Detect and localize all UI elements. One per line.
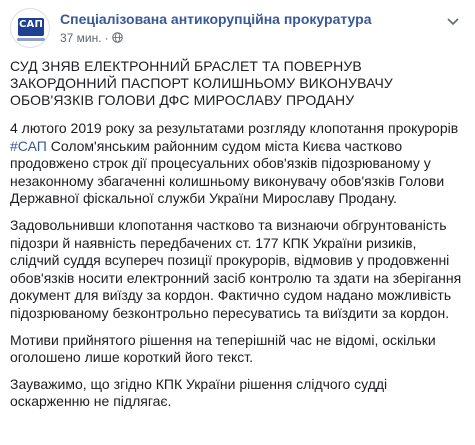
paragraph-1-rest: Солом'янським районним судом міста Києва…	[10, 137, 445, 207]
post-timestamp[interactable]: 37 мин.	[60, 31, 102, 45]
post-paragraph-2: Задовольнивши клопотання частково та виз…	[10, 216, 462, 321]
post-body: СУД ЗНЯВ ЕЛЕКТРОННИЙ БРАСЛЕТ ТА ПОВЕРНУВ…	[10, 58, 465, 420]
post-meta: 37 мин. ·	[60, 31, 123, 45]
sap-logo: САП	[18, 18, 44, 36]
post-paragraph-1: 4 лютого 2019 року за результатами розгл…	[10, 120, 465, 208]
globe-icon[interactable]	[111, 32, 123, 43]
post-paragraph-3: Мотиви прийнятого рішення на теперішній …	[10, 331, 436, 366]
post-header: САП Спеціалізована антикорупційна прокур…	[10, 8, 465, 50]
post-title: СУД ЗНЯВ ЕЛЕКТРОННИЙ БРАСЛЕТ ТА ПОВЕРНУВ…	[10, 58, 393, 108]
page-avatar[interactable]: САП	[10, 8, 50, 48]
logo-text: САП	[18, 19, 44, 30]
paragraph-1-start: 4 лютого 2019 року за результатами розгл…	[10, 120, 459, 136]
hashtag-link[interactable]: #САП	[10, 138, 47, 154]
chevron-down-icon[interactable]	[443, 14, 463, 30]
meta-separator: ·	[104, 31, 109, 45]
page-name-link[interactable]: Спеціалізована антикорупційна прокуратур…	[60, 11, 372, 27]
post-paragraph-4: Зауважимо, що згідно КПК України рішення…	[10, 375, 388, 410]
logo-underline	[17, 38, 45, 41]
